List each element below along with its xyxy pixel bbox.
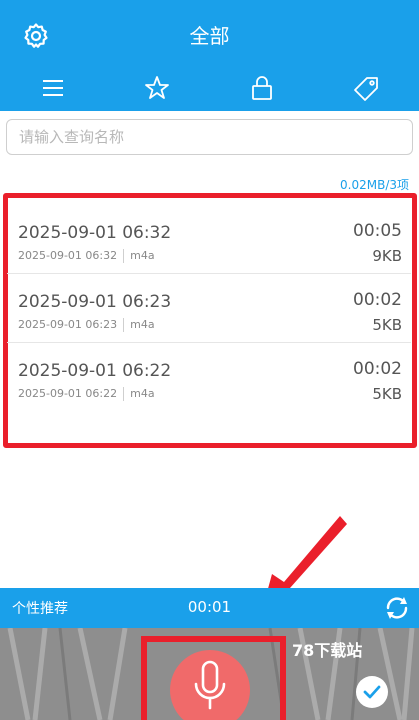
watermark-text: 78下载站 [292,641,363,660]
app-header: 全部 [0,0,419,111]
storage-info: 0.02MB/3项 [340,178,409,192]
recording-date: 2025-09-01 06:22 [18,387,118,400]
recording-row[interactable]: 2025-09-01 06:32 2025-09-01 06:32 m4a 00:… [7,205,411,274]
tab-list-icon[interactable] [39,74,67,102]
recording-size: 9KB [372,247,402,265]
recorder-bar: 个性推荐 00:01 [0,588,419,628]
tab-bar [0,66,419,110]
recording-title: 2025-09-01 06:22 [18,361,172,381]
search-input[interactable] [6,119,413,155]
recording-meta: 2025-09-01 06:23 m4a [18,318,155,332]
recording-row[interactable]: 2025-09-01 06:23 2025-09-01 06:23 m4a 00:… [7,274,411,343]
recording-duration: 00:02 [353,290,402,310]
record-button[interactable] [170,650,250,720]
tab-lock-icon[interactable] [248,74,276,102]
recording-format: m4a [130,387,155,400]
recording-duration: 00:02 [353,359,402,379]
recording-duration: 00:05 [353,221,402,241]
recording-date: 2025-09-01 06:32 [18,249,118,262]
microphone-icon [194,660,226,710]
search-area [0,111,419,165]
recording-title: 2025-09-01 06:32 [18,223,172,243]
recording-meta: 2025-09-01 06:32 m4a [18,249,155,263]
refresh-icon[interactable] [383,594,411,622]
recording-size: 5KB [372,385,402,403]
recording-date: 2025-09-01 06:23 [18,318,118,331]
recording-meta: 2025-09-01 06:22 m4a [18,387,155,401]
recording-list: 2025-09-01 06:32 2025-09-01 06:32 m4a 00:… [7,205,411,412]
recording-format: m4a [130,318,155,331]
tab-tag-icon[interactable] [353,74,381,102]
confirm-button[interactable] [356,676,388,708]
record-timer: 00:01 [187,598,232,616]
recording-format: m4a [130,249,155,262]
recording-size: 5KB [372,316,402,334]
check-icon [363,685,381,699]
recording-row[interactable]: 2025-09-01 06:22 2025-09-01 06:22 m4a 00:… [7,343,411,412]
page-title: 全部 [189,24,230,48]
recording-title: 2025-09-01 06:23 [18,292,172,312]
tab-star-icon[interactable] [143,74,171,102]
